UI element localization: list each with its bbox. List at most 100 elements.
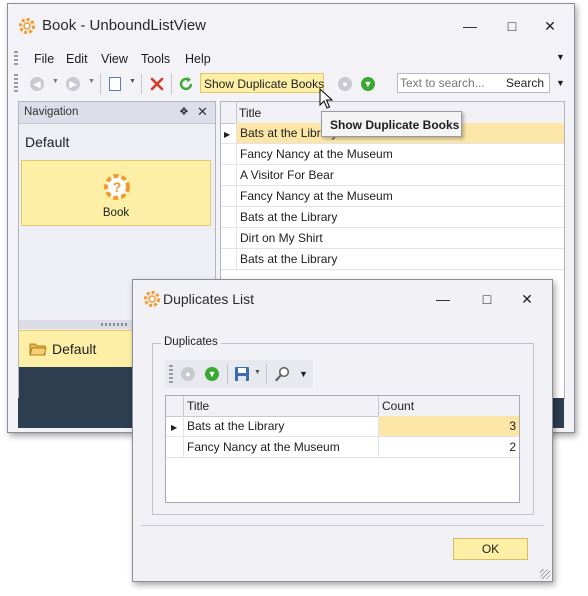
menu-file[interactable]: File	[34, 52, 54, 66]
toolbar-separator	[141, 74, 142, 94]
dialog-title: Duplicates List	[163, 291, 255, 307]
main-window-title: Book - UnboundListView	[42, 17, 206, 34]
splitter-grip	[101, 323, 129, 326]
refresh-icon	[179, 77, 193, 91]
dialog-toolbar-grip[interactable]	[169, 365, 173, 383]
refresh-button[interactable]	[177, 75, 195, 93]
pin-icon[interactable]: ❖	[179, 105, 189, 118]
title-cell[interactable]: Bats at the Library	[237, 207, 564, 227]
search-box[interactable]: Search	[397, 73, 550, 93]
row-indicator[interactable]: ▶	[221, 123, 237, 143]
svg-text:?: ?	[113, 179, 122, 195]
row-indicator[interactable]	[221, 249, 237, 269]
new-button[interactable]	[106, 75, 124, 93]
menu-edit[interactable]: Edit	[66, 52, 88, 66]
maximize-button[interactable]: □	[498, 15, 526, 37]
row-indicator[interactable]	[221, 207, 237, 227]
header-indicator-separator	[183, 396, 184, 416]
menu-help[interactable]: Help	[185, 52, 211, 66]
duplicates-column-title[interactable]: Title	[187, 399, 209, 413]
main-title-bar[interactable]: Book - UnboundListView — □ ✕	[8, 4, 574, 48]
dialog-disabled-button[interactable]: ●	[179, 365, 197, 383]
row-indicator[interactable]	[166, 437, 184, 457]
tooltip: Show Duplicate Books	[321, 111, 462, 137]
table-row[interactable]: Bats at the Library	[221, 249, 564, 270]
navigation-title: Navigation	[24, 106, 79, 118]
back-button[interactable]: ◀	[28, 75, 46, 93]
toolbar-disabled-button[interactable]: ●	[336, 75, 354, 93]
navigation-header: Navigation ❖ ✕	[19, 102, 215, 124]
dialog-toolbar: ● ▼ ▼ ▼	[165, 360, 313, 388]
title-cell[interactable]: Dirt on My Shirt	[237, 228, 564, 248]
table-row[interactable]: Bats at the Library	[221, 207, 564, 228]
toolbar-separator	[100, 74, 101, 94]
menu-overflow-icon[interactable]: ▼	[556, 52, 565, 62]
toolbar-separator	[227, 364, 228, 384]
green-down-arrow-icon: ▼	[361, 77, 375, 91]
row-indicator[interactable]	[221, 165, 237, 185]
resize-grip[interactable]	[540, 569, 550, 579]
grid-column-title[interactable]: Title	[239, 106, 261, 120]
export-button[interactable]	[233, 365, 251, 383]
navigation-footer-group-label: Default	[52, 341, 97, 357]
table-row[interactable]: Fancy Nancy at the Museum 2	[166, 437, 519, 458]
title-cell[interactable]: Fancy Nancy at the Museum	[237, 144, 564, 164]
table-row[interactable]: Dirt on My Shirt	[221, 228, 564, 249]
navigation-group-label[interactable]: Default	[25, 134, 69, 150]
mouse-cursor-icon	[319, 88, 333, 109]
close-button[interactable]: ✕	[536, 15, 564, 37]
navigation-close-icon[interactable]: ✕	[197, 104, 208, 120]
ok-button-label: OK	[481, 542, 500, 556]
minimize-button[interactable]: —	[456, 15, 484, 37]
dialog-toolbar-overflow-icon[interactable]: ▼	[299, 369, 308, 379]
menu-tools[interactable]: Tools	[141, 52, 170, 66]
toolbar-separator	[171, 74, 172, 94]
toolbar-grip[interactable]	[14, 74, 18, 92]
duplicates-column-count[interactable]: Count	[382, 399, 414, 413]
show-duplicate-books-button[interactable]: Show Duplicate Books	[200, 73, 324, 93]
book-gear-icon: ?	[104, 174, 130, 200]
dialog-close-button[interactable]: ✕	[513, 288, 541, 310]
tooltip-text: Show Duplicate Books	[330, 118, 460, 132]
count-cell[interactable]: 3	[379, 416, 519, 436]
row-indicator[interactable]: ▶	[166, 416, 184, 436]
row-indicator[interactable]	[221, 186, 237, 206]
title-cell[interactable]: Fancy Nancy at the Museum	[237, 186, 564, 206]
title-cell[interactable]: Fancy Nancy at the Museum	[184, 437, 379, 457]
toolbar-overflow-icon[interactable]: ▼	[556, 78, 565, 88]
navigation-item-book[interactable]: ? Book	[21, 160, 211, 226]
disabled-circle-icon: ●	[181, 367, 195, 381]
row-indicator[interactable]	[221, 228, 237, 248]
title-cell[interactable]: A Visitor For Bear	[237, 165, 564, 185]
navigation-item-label: Book	[102, 207, 130, 219]
table-row[interactable]: Fancy Nancy at the Museum	[221, 144, 564, 165]
export-dropdown-icon[interactable]: ▼	[254, 369, 261, 376]
dialog-maximize-button[interactable]: □	[473, 288, 501, 310]
table-row[interactable]: A Visitor For Bear	[221, 165, 564, 186]
row-indicator[interactable]	[221, 144, 237, 164]
table-row[interactable]: ▶ Bats at the Library 3	[166, 416, 519, 437]
menu-view[interactable]: View	[101, 52, 128, 66]
row-pointer-icon: ▶	[171, 423, 178, 432]
back-dropdown-icon[interactable]: ▼	[52, 78, 59, 85]
dialog-title-bar[interactable]: Duplicates List — □ ✕	[133, 280, 552, 318]
forward-dropdown-icon[interactable]: ▼	[88, 78, 95, 85]
search-input[interactable]	[400, 75, 500, 91]
title-cell[interactable]: Bats at the Library	[184, 416, 379, 436]
count-cell[interactable]: 2	[379, 437, 519, 457]
table-row[interactable]: Fancy Nancy at the Museum	[221, 186, 564, 207]
dialog-green-button[interactable]: ▼	[203, 365, 221, 383]
menu-bar: File Edit View Tools Help ▼	[8, 48, 574, 70]
dialog-footer-separator	[141, 525, 544, 526]
ok-button[interactable]: OK	[453, 538, 528, 560]
find-magnifier-icon	[275, 366, 290, 382]
menu-grip[interactable]	[14, 51, 18, 67]
toolbar-green-button[interactable]: ▼	[359, 75, 377, 93]
new-dropdown-icon[interactable]: ▼	[129, 78, 136, 85]
delete-button[interactable]	[148, 75, 166, 93]
forward-button[interactable]: ▶	[64, 75, 82, 93]
find-button[interactable]	[274, 365, 292, 383]
dialog-minimize-button[interactable]: —	[429, 288, 457, 310]
search-button[interactable]: Search	[506, 76, 544, 90]
title-cell[interactable]: Bats at the Library	[237, 249, 564, 269]
